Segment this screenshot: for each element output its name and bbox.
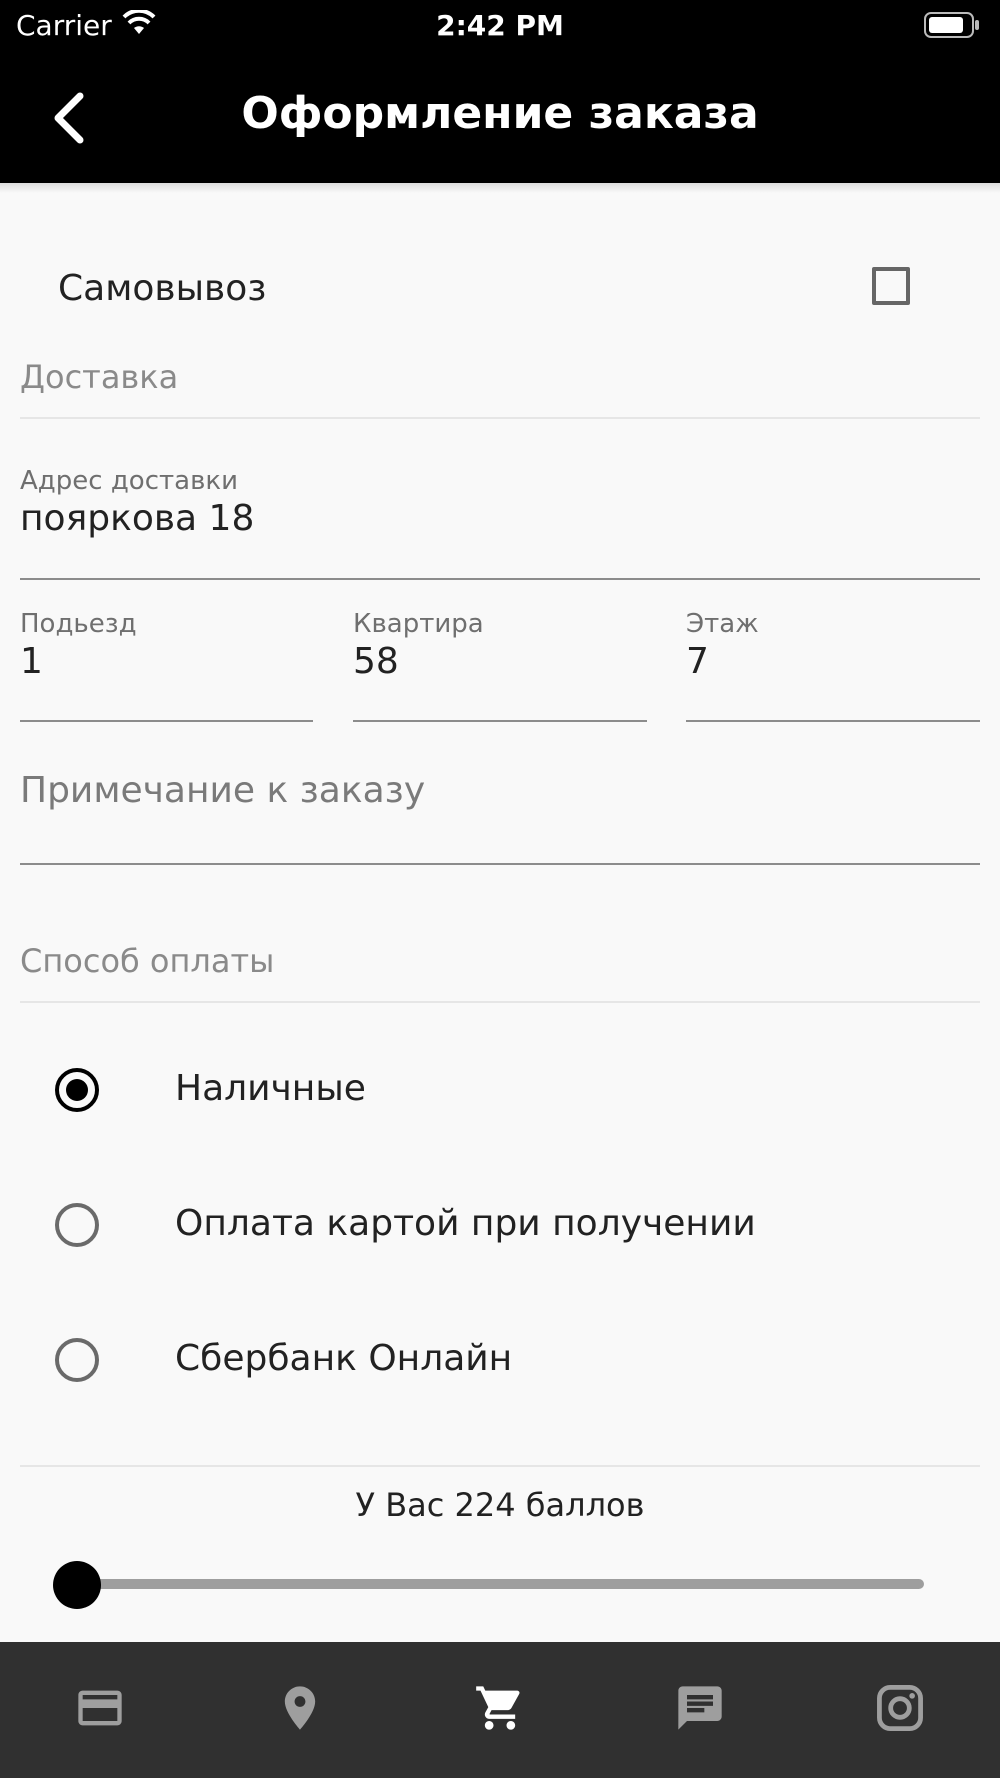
payment-section-label: Способ оплаты [20,942,275,980]
status-bar: Carrier 2:42 PM [0,0,1000,52]
payment-option-card[interactable]: Оплата картой при получении [20,1167,980,1283]
points-slider-track[interactable] [76,1579,924,1589]
points-balance-text: У Вас 224 баллов [355,1486,645,1524]
instagram-icon [877,1685,923,1731]
nav-item-messages[interactable] [600,1642,800,1778]
nav-item-cart[interactable] [400,1642,600,1778]
battery-icon [924,12,980,45]
payment-option-cash[interactable]: Наличные [20,1032,980,1148]
apartment-field-label: Квартира [353,609,484,639]
payment-option-sberbank[interactable]: Сбербанк Онлайн [20,1302,980,1418]
pickup-label: Самовывоз [58,268,267,309]
floor-field-underline [686,720,980,722]
entrance-field-label: Подьезд [20,609,137,639]
radio-button-checked[interactable] [55,1068,99,1112]
floor-field[interactable]: Этаж 7 [686,609,980,721]
payment-option-label: Сбербанк Онлайн [175,1338,513,1379]
credit-card-icon [78,1690,122,1726]
address-field[interactable]: Адрес доставки пояркова 18 [20,466,980,580]
app-bar-shadow [0,183,1000,193]
points-slider-thumb[interactable] [53,1561,101,1609]
delivery-section-label: Доставка [20,358,179,396]
payment-option-label: Наличные [175,1068,366,1109]
address-field-value: пояркова 18 [20,498,255,539]
pickup-checkbox[interactable] [872,267,910,305]
order-note-placeholder: Примечание к заказу [20,770,426,811]
nav-item-card[interactable] [0,1642,200,1778]
app-bar: Оформление заказа [0,52,1000,183]
floor-field-label: Этаж [686,609,759,639]
radio-button[interactable] [55,1203,99,1247]
entrance-field-value: 1 [20,641,43,682]
radio-button[interactable] [55,1338,99,1382]
divider [20,1001,980,1003]
location-pin-icon [284,1686,316,1730]
divider [20,1465,980,1467]
order-note-underline [20,863,980,865]
divider [20,417,980,419]
entrance-field-underline [20,720,313,722]
address-field-label: Адрес доставки [20,466,239,496]
page-title: Оформление заказа [241,88,759,139]
apartment-field[interactable]: Квартира 58 [353,609,647,721]
nav-item-location[interactable] [200,1642,400,1778]
order-note-field[interactable]: Примечание к заказу [20,770,980,862]
payment-option-label: Оплата картой при получении [175,1203,756,1244]
address-field-underline [20,578,980,580]
apartment-field-value: 58 [353,641,399,682]
cart-icon [476,1686,520,1730]
entrance-field[interactable]: Подьезд 1 [20,609,313,721]
status-time: 2:42 PM [436,9,564,42]
nav-item-instagram[interactable] [800,1642,1000,1778]
bottom-navigation [0,1642,1000,1778]
apartment-field-underline [353,720,647,722]
message-icon [678,1686,722,1730]
floor-field-value: 7 [686,641,709,682]
